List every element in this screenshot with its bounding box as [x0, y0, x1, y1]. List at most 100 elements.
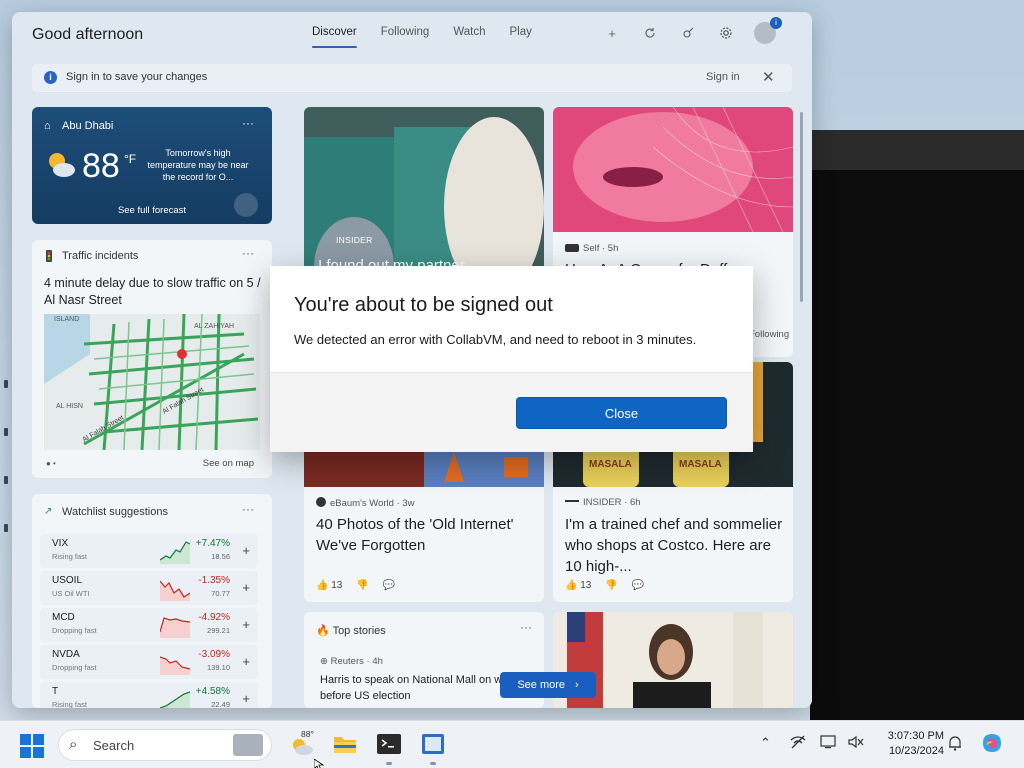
more-options-icon[interactable]: ··· [242, 116, 254, 130]
traffic-card[interactable]: Traffic incidents ··· 4 minute delay due… [32, 240, 272, 478]
taskbar-search-box[interactable]: ⌕ Search [58, 729, 272, 761]
profile-notification-badge: i [770, 17, 782, 29]
greeting: Good afternoon [32, 26, 144, 43]
profile-avatar[interactable]: i [754, 17, 782, 44]
stock-price: 22.49 [211, 700, 230, 708]
network-icon[interactable] [790, 735, 806, 752]
source-logo-icon [316, 497, 326, 507]
more-options-icon[interactable]: ··· [242, 246, 254, 260]
desktop-edge-marks [4, 380, 10, 580]
top-stories-header: 🔥 Top stories [316, 625, 386, 637]
news-title[interactable]: Harris to speak on National Mall on week… [320, 672, 520, 704]
notification-bell-icon[interactable] [948, 735, 962, 754]
weather-note[interactable]: Tomorrow's high temperature may be near … [144, 147, 252, 183]
following-label[interactable]: Following [749, 329, 789, 340]
stock-sparkline [160, 580, 190, 601]
stock-row-vix[interactable]: VIX Rising fast +7.47% 18.56 + [40, 534, 258, 568]
background-window-titlebar[interactable] [810, 130, 1024, 170]
stock-change: -4.92% [198, 612, 230, 623]
dislike-icon[interactable]: 👎 [605, 580, 617, 591]
settings-icon[interactable] [716, 23, 736, 43]
stock-price: 139.10 [207, 663, 230, 672]
copilot-icon[interactable] [980, 731, 1004, 758]
windows-start-icon[interactable] [20, 734, 44, 758]
news-source: ⊕ Reuters · 4h [320, 656, 383, 667]
add-to-watchlist-icon[interactable]: + [242, 617, 250, 632]
stock-price: 70.77 [211, 589, 230, 598]
mouse-cursor-icon [313, 758, 325, 768]
close-icon[interactable]: ✕ [762, 68, 775, 86]
personalize-icon[interactable] [678, 23, 698, 43]
fire-icon: 🔥 [316, 625, 330, 637]
stock-price: 299.21 [207, 626, 230, 635]
header-actions: + i [602, 17, 782, 44]
chevron-right-icon: › [575, 679, 579, 691]
tab-following[interactable]: Following [381, 26, 430, 38]
news-source: INSIDER · 6h [565, 497, 641, 508]
stock-subtitle: Dropping fast [52, 663, 97, 672]
stock-symbol: T [52, 686, 59, 697]
stock-row-usoil[interactable]: USOIL US Oil WTI -1.35% 70.77 + [40, 571, 258, 605]
dislike-icon[interactable]: 👎 [356, 580, 368, 591]
clock-time: 3:07:30 PM [887, 730, 944, 742]
chevron-up-icon[interactable]: ⌃ [760, 735, 771, 751]
stock-row-nvda[interactable]: NVDA Dropping fast -3.09% 139.10 + [40, 645, 258, 679]
vm-window-icon[interactable] [420, 731, 446, 757]
like-button[interactable]: 👍 13 [316, 580, 342, 591]
more-options-icon[interactable]: ··· [520, 620, 532, 634]
terminal-icon[interactable] [376, 731, 402, 757]
close-button[interactable]: Close [516, 397, 727, 429]
dialog-title: You're about to be signed out [294, 294, 553, 316]
tab-discover[interactable]: Discover [312, 26, 357, 48]
display-icon[interactable] [820, 735, 838, 752]
tab-play[interactable]: Play [509, 26, 531, 38]
taskbar-clock[interactable]: 3:07:30 PM 10/23/2024 [872, 729, 944, 759]
refresh-icon[interactable] [640, 23, 660, 43]
traffic-map[interactable]: ISLAND AL ZAHIYAH AL HISN Al Falah Stree… [44, 314, 260, 450]
weather-unit: °F [124, 152, 137, 166]
weather-mode-icon [234, 193, 258, 217]
dialog-message: We detected an error with CollabVM, and … [294, 332, 697, 347]
news-title[interactable]: I'm a trained chef and sommelier who sho… [565, 514, 787, 577]
see-on-map-link[interactable]: See on map [203, 458, 254, 469]
add-to-watchlist-icon[interactable]: + [242, 580, 250, 595]
map-label: AL ZAHIYAH [194, 323, 234, 330]
add-to-watchlist-icon[interactable]: + [242, 691, 250, 706]
watchlist-header[interactable]: Watchlist suggestions [62, 506, 168, 518]
add-widget-icon[interactable]: + [602, 23, 622, 43]
news-title[interactable]: 40 Photos of the 'Old Internet' We've Fo… [316, 514, 538, 556]
more-options-icon[interactable]: ··· [242, 502, 254, 516]
traffic-light-icon [44, 250, 54, 265]
comment-icon[interactable]: 💬 [632, 580, 644, 591]
map-label: Al Falah Street [82, 414, 126, 443]
file-explorer-icon[interactable] [332, 731, 358, 757]
like-button[interactable]: 👍 13 [565, 580, 591, 591]
traffic-header[interactable]: Traffic incidents [62, 250, 138, 262]
news-actions: 👍 13 👎 💬 [316, 580, 395, 591]
search-placeholder: Search [93, 738, 135, 753]
stock-sparkline [160, 691, 190, 708]
background-terminal-window[interactable] [810, 130, 1024, 720]
stock-change: +7.47% [195, 538, 230, 549]
comment-icon[interactable]: 💬 [383, 580, 395, 591]
traffic-headline[interactable]: 4 minute delay due to slow traffic on 5 … [44, 275, 266, 309]
volume-muted-icon[interactable] [848, 735, 864, 752]
see-more-button[interactable]: See more › [500, 672, 596, 698]
add-to-watchlist-icon[interactable]: + [242, 654, 250, 669]
stock-row-mcd[interactable]: MCD Dropping fast -4.92% 299.21 + [40, 608, 258, 642]
stock-row-t[interactable]: T Rising fast +4.58% 22.49 + [40, 682, 258, 708]
pager-dots[interactable]: ● • [46, 459, 56, 468]
source-logo-icon [565, 244, 579, 252]
news-source: eBaum's World · 3w [316, 497, 415, 509]
signin-link[interactable]: Sign in [706, 71, 740, 83]
add-to-watchlist-icon[interactable]: + [242, 543, 250, 558]
weather-location[interactable]: Abu Dhabi [62, 120, 113, 132]
feed-scrollbar[interactable] [800, 112, 803, 302]
home-icon: ⌂ [44, 120, 51, 132]
weather-card[interactable]: ⌂ Abu Dhabi ··· 88 °F Tomorrow's high te… [32, 107, 272, 224]
news-source: Self · 5h [565, 243, 618, 254]
tab-watch[interactable]: Watch [453, 26, 485, 38]
stock-change: +4.58% [195, 686, 230, 697]
stock-symbol: USOIL [52, 575, 83, 586]
running-indicator [430, 762, 436, 765]
